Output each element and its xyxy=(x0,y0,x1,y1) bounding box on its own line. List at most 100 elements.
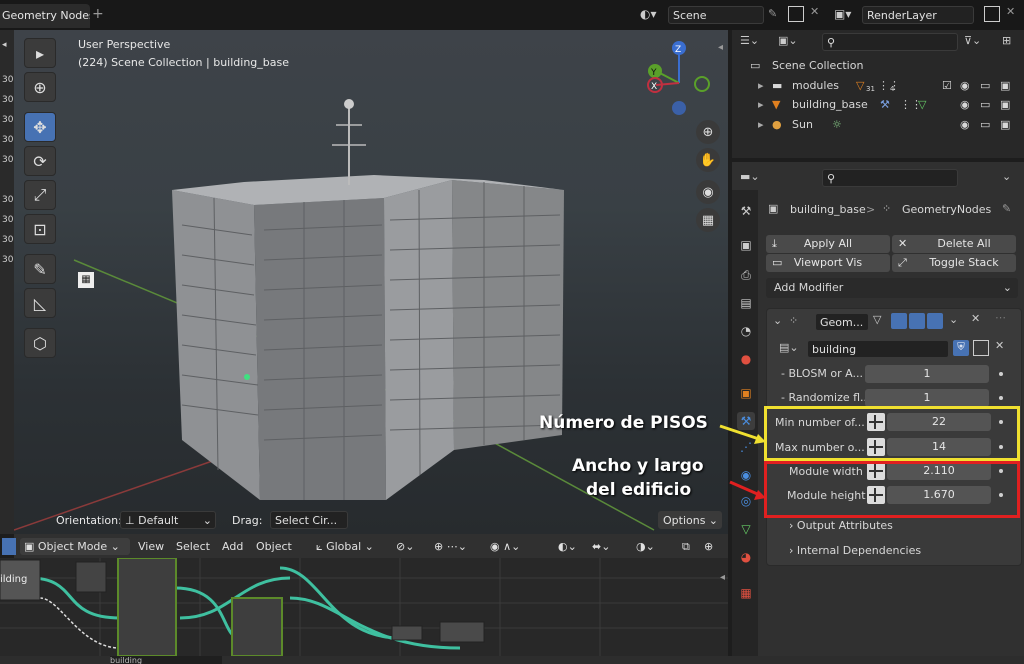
output-attributes-panel[interactable]: › Output Attributes xyxy=(789,519,893,532)
viewport-vis-button[interactable]: ▭ Viewport Vis xyxy=(766,254,890,272)
pin-icon[interactable]: ✎ xyxy=(768,7,777,20)
navigation-gizmo[interactable]: Z Y X xyxy=(634,38,724,128)
render-toggle-icon[interactable] xyxy=(927,313,943,329)
eye-icon[interactable]: ◉ xyxy=(960,115,970,134)
camera-icon[interactable]: ◉ xyxy=(696,180,720,204)
camera-render-icon[interactable]: ▣ xyxy=(1000,76,1010,95)
grid-view-icon[interactable]: ▦ xyxy=(696,208,720,232)
new-renderlayer-icon[interactable] xyxy=(984,6,1000,22)
on-cage-toggle-icon[interactable] xyxy=(891,313,907,329)
proportional-edit-icon[interactable]: ◉ ∧⌄ xyxy=(490,538,520,555)
close-icon[interactable]: ✕ xyxy=(810,5,819,18)
overlay-icon[interactable]: ◑⌄ xyxy=(636,538,655,555)
properties-search-input[interactable]: ⚲ xyxy=(822,169,958,187)
transform-tool-button[interactable]: ⊡ xyxy=(24,214,56,244)
snap-icon[interactable]: ⊕ ⋯⌄ xyxy=(434,538,467,555)
select-tool-button[interactable]: ▸ xyxy=(24,38,56,68)
annotate-tool-button[interactable]: ✎ xyxy=(24,254,56,284)
node-editor[interactable]: ilding ◂ xyxy=(0,558,728,656)
monitor-icon[interactable]: ▭ xyxy=(980,76,990,95)
outliner-filter-view-icon[interactable]: ▣⌄ xyxy=(778,34,798,47)
menu-view[interactable]: View xyxy=(138,538,164,555)
fake-user-icon[interactable]: ⛨ xyxy=(953,340,969,356)
view-layer-tab-icon[interactable]: ▤ xyxy=(737,294,755,312)
monitor-icon[interactable]: ▭ xyxy=(980,115,990,134)
internal-dependencies-panel[interactable]: › Internal Dependencies xyxy=(789,544,921,557)
node-group-field[interactable]: building xyxy=(807,340,949,358)
expand-arrow-icon[interactable]: ▸ xyxy=(758,76,764,95)
rotate-tool-button[interactable]: ⟳ xyxy=(24,146,56,176)
tool-tab-icon[interactable]: ⚒ xyxy=(737,202,755,220)
edit-mode-toggle-icon[interactable]: ▽ xyxy=(873,313,881,326)
drag-handle-icon[interactable]: ⋯ xyxy=(995,311,1006,324)
transform-orientation-dropdown[interactable]: ⟀ Global ⌄ xyxy=(316,538,374,555)
toggle-stack-button[interactable]: ⤢ Toggle Stack xyxy=(892,254,1016,272)
texture-tab-icon[interactable]: ▦ xyxy=(737,584,755,602)
scene-icon[interactable]: ◐▾ xyxy=(640,7,662,23)
camera-render-icon[interactable]: ▣ xyxy=(1000,115,1010,134)
camera-render-icon[interactable]: ▣ xyxy=(1000,95,1010,114)
world-tab-icon[interactable]: ● xyxy=(737,350,755,368)
drag-dropdown[interactable]: Select Cir...⌄ xyxy=(270,511,348,534)
output-tab-icon[interactable]: ⎙ xyxy=(737,266,755,284)
outliner-item-building-base[interactable]: ▸ ▼ building_base ⚒ ⋮⋮ ▽ ◉ ▭ ▣ xyxy=(732,95,1024,114)
visibility-icon[interactable]: ◐⌄ xyxy=(558,538,577,555)
renderlayer-icon[interactable]: ▣▾ xyxy=(834,7,851,21)
gizmo-toggle-icon[interactable]: ⬌⌄ xyxy=(592,538,610,555)
apply-all-button[interactable]: ⤓ Apply All xyxy=(766,235,890,253)
outliner-item-sun[interactable]: ▸ ● Sun ☼ ◉ ▭ ▣ xyxy=(732,115,1024,134)
collapse-arrow-icon[interactable]: ◂ xyxy=(720,572,725,583)
render-tab-icon[interactable]: ▣ xyxy=(737,236,755,254)
properties-editor-type-icon[interactable]: ▬⌄ xyxy=(740,170,760,183)
chevron-down-icon[interactable]: ⌄ xyxy=(949,313,958,326)
material-tab-icon[interactable]: ◕ xyxy=(737,548,755,566)
renderlayer-field[interactable]: RenderLayer xyxy=(862,6,974,24)
editor-type-icon[interactable] xyxy=(2,538,16,555)
add-workspace-button[interactable]: + xyxy=(92,6,104,22)
measure-tool-button[interactable]: ◺ xyxy=(24,288,56,318)
scale-tool-button[interactable]: ⤢ xyxy=(24,180,56,210)
add-modifier-dropdown[interactable]: Add Modifier ⌄ xyxy=(766,278,1018,298)
pan-hand-icon[interactable]: ✋ xyxy=(696,148,720,172)
menu-select[interactable]: Select xyxy=(176,538,210,555)
input-value-field[interactable]: 1 xyxy=(865,389,989,407)
node-group-field[interactable]: building xyxy=(110,656,222,664)
outliner-display-mode-icon[interactable]: ☰⌄ xyxy=(740,34,759,47)
mode-dropdown[interactable]: ▣ Object Mode ⌄ xyxy=(20,538,130,555)
scene-tab-icon[interactable]: ◔ xyxy=(737,322,755,340)
menu-object[interactable]: Object xyxy=(256,538,292,555)
close-icon[interactable]: ✕ xyxy=(971,312,980,325)
new-scene-icon[interactable] xyxy=(788,6,804,22)
checker-icon[interactable]: ▦ xyxy=(78,272,94,288)
orientation-dropdown[interactable]: ⊥ Default ⌄ xyxy=(120,511,216,529)
viewport-toggle-icon[interactable] xyxy=(909,313,925,329)
close-icon[interactable]: ✕ xyxy=(995,339,1004,352)
shading-icon[interactable]: ⊕ xyxy=(704,538,713,555)
new-collection-icon[interactable]: ⊞ xyxy=(1002,34,1011,47)
expand-arrow-icon[interactable]: ▸ xyxy=(758,95,764,114)
pivot-icon[interactable]: ⊘⌄ xyxy=(396,538,414,555)
filter-icon[interactable]: ⊽⌄ xyxy=(964,34,981,47)
add-cube-tool-button[interactable]: ⬡ xyxy=(24,328,56,358)
eye-icon[interactable]: ◉ xyxy=(960,95,970,114)
collapse-arrow-icon[interactable]: ◂ xyxy=(718,42,723,53)
duplicate-icon[interactable] xyxy=(973,340,989,356)
modifier-name-field[interactable]: Geom... xyxy=(815,313,869,331)
outliner-item-modules[interactable]: ▸ ▬ modules ▽ 31 ⋮⋮ 4 ☑ ◉ ▭ ▣ xyxy=(732,76,1024,95)
delete-all-button[interactable]: ✕ Delete All xyxy=(892,235,1016,253)
input-value-field[interactable]: 1 xyxy=(865,365,989,383)
node-tree-icon[interactable]: ▤⌄ xyxy=(779,341,799,354)
outliner-item-scene-collection[interactable]: ▭ Scene Collection xyxy=(732,56,1024,75)
monitor-icon[interactable]: ▭ xyxy=(980,95,990,114)
pin-icon[interactable]: ✎ xyxy=(1002,202,1011,215)
keyframe-dot-icon[interactable] xyxy=(999,396,1003,400)
scene-field[interactable]: Scene xyxy=(668,6,764,24)
xray-icon[interactable]: ⧉ xyxy=(682,538,690,555)
collapse-chevron-icon[interactable]: ⌄ xyxy=(773,314,782,327)
expand-arrow-icon[interactable]: ▸ xyxy=(758,115,764,134)
cursor-tool-button[interactable]: ⊕ xyxy=(24,72,56,102)
outliner-search-input[interactable]: ⚲ xyxy=(822,33,958,51)
menu-add[interactable]: Add xyxy=(222,538,243,555)
checkbox-icon[interactable]: ☑ xyxy=(942,76,952,95)
zoom-icon[interactable]: ⊕ xyxy=(696,120,720,144)
